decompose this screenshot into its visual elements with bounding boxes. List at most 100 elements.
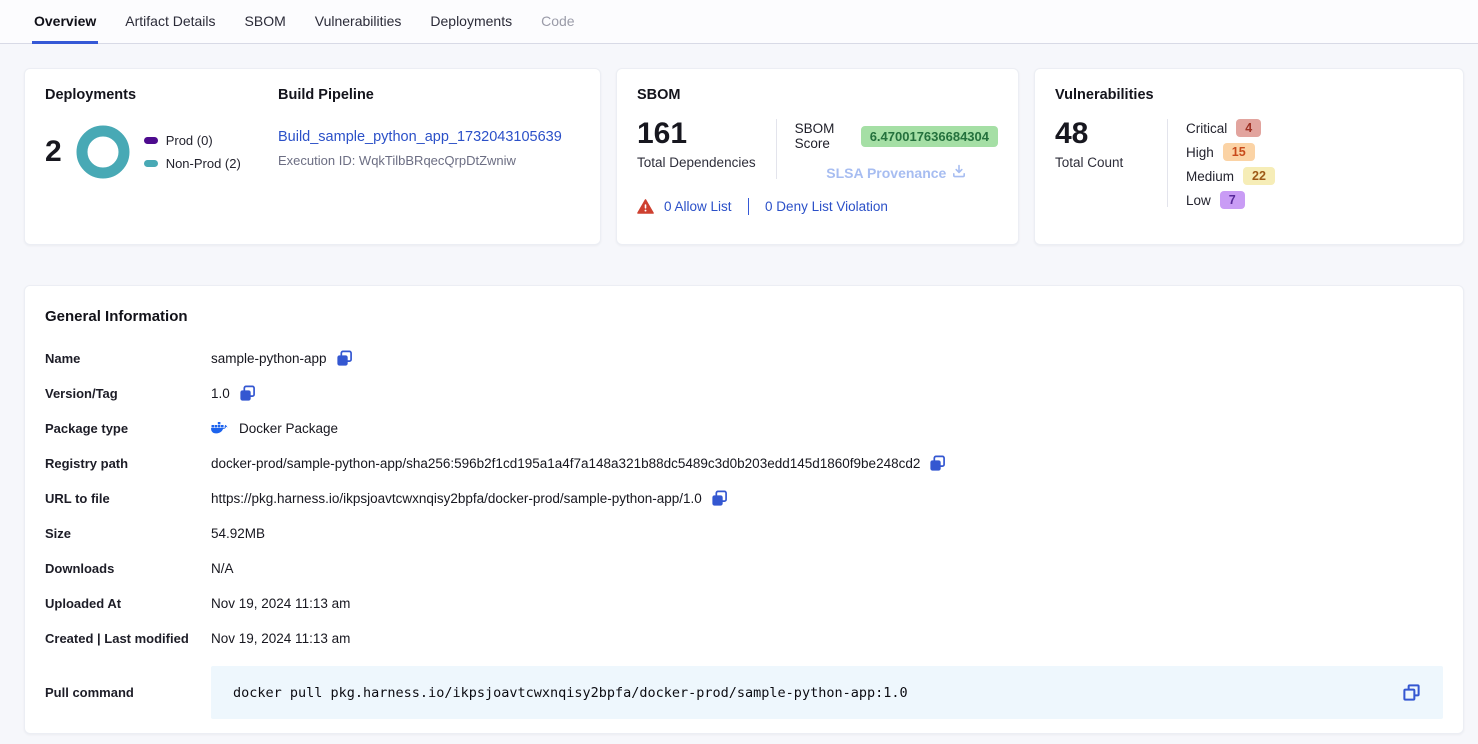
info-row-uploaded-at: Uploaded At Nov 19, 2024 11:13 am — [45, 586, 1443, 621]
copy-command-icon[interactable] — [1402, 683, 1421, 702]
sbom-score-label: SBOM Score — [795, 121, 852, 151]
vulnerabilities-total-label: Total Count — [1055, 155, 1147, 170]
tab-vulnerabilities[interactable]: Vulnerabilities — [313, 0, 404, 44]
info-row-package-type: Package type Docker Package — [45, 411, 1443, 446]
vulnerabilities-card: Vulnerabilities 48 Total Count Critical … — [1034, 68, 1464, 245]
prod-legend-label: Prod (0) — [166, 133, 213, 148]
docker-icon — [211, 421, 230, 436]
copy-icon[interactable] — [336, 350, 353, 367]
info-label: URL to file — [45, 491, 211, 506]
vulnerabilities-total-stat: 48 Total Count — [1055, 117, 1147, 170]
prod-legend-dot — [144, 137, 158, 144]
sbom-divider — [776, 119, 777, 179]
legend-item-nonprod: Non-Prod (2) — [144, 156, 241, 171]
deployments-title: Deployments — [45, 87, 278, 103]
copy-icon[interactable] — [711, 490, 728, 507]
general-information-title: General Information — [45, 308, 1443, 325]
severity-count-high: 15 — [1223, 143, 1255, 161]
pull-command-block: docker pull pkg.harness.io/ikpsjoavtcwxn… — [211, 666, 1443, 719]
info-label: Size — [45, 526, 211, 541]
deployments-section: Deployments 2 Prod (0) Non-Prod (2) — [45, 87, 278, 226]
severity-count-low: 7 — [1220, 191, 1245, 209]
info-label: Created | Last modified — [45, 631, 211, 646]
summary-cards-row: Deployments 2 Prod (0) Non-Prod (2) — [24, 68, 1464, 245]
tab-bar: Overview Artifact Details SBOM Vulnerabi… — [0, 0, 1478, 44]
build-pipeline-title: Build Pipeline — [278, 87, 580, 103]
copy-icon[interactable] — [929, 455, 946, 472]
build-pipeline-section: Build Pipeline Build_sample_python_app_1… — [278, 87, 580, 226]
nonprod-legend-dot — [144, 160, 158, 167]
severity-row-low: Low 7 — [1186, 191, 1275, 209]
sbom-title: SBOM — [637, 87, 998, 103]
info-label: Version/Tag — [45, 386, 211, 401]
slsa-provenance-link[interactable]: SLSA Provenance — [795, 164, 998, 181]
info-label: Name — [45, 351, 211, 366]
sbom-score-row: SBOM Score 6.470017636684304 — [795, 121, 998, 151]
info-row-version: Version/Tag 1.0 — [45, 376, 1443, 411]
tab-overview[interactable]: Overview — [32, 0, 98, 44]
slsa-provenance-label: SLSA Provenance — [826, 165, 946, 181]
registry-path-value: docker-prod/sample-python-app/sha256:596… — [211, 456, 920, 471]
info-row-downloads: Downloads N/A — [45, 551, 1443, 586]
info-row-created-modified: Created | Last modified Nov 19, 2024 11:… — [45, 621, 1443, 656]
package-type-value: Docker Package — [239, 421, 338, 436]
nonprod-legend-label: Non-Prod (2) — [166, 156, 241, 171]
download-icon — [952, 164, 966, 181]
deployments-count: 2 — [45, 135, 62, 169]
deployments-donut-chart — [76, 125, 130, 179]
sbom-total-count: 161 — [637, 117, 756, 151]
version-tag-value: 1.0 — [211, 386, 230, 401]
execution-id-text: Execution ID: WqkTilbBRqecQrpDtZwniw — [278, 153, 580, 168]
allow-list-link[interactable]: 0 Allow List — [664, 199, 732, 214]
severity-row-critical: Critical 4 — [1186, 119, 1275, 137]
sbom-score-value[interactable]: 6.470017636684304 — [861, 126, 998, 147]
severity-label-critical: Critical — [1186, 121, 1227, 136]
info-label: Pull command — [45, 685, 211, 700]
artifact-name-value: sample-python-app — [211, 351, 327, 366]
deployments-body: 2 Prod (0) Non-Prod (2) — [45, 125, 278, 179]
deployments-legend: Prod (0) Non-Prod (2) — [144, 133, 241, 171]
vulnerabilities-divider — [1167, 119, 1168, 207]
tab-deployments[interactable]: Deployments — [428, 0, 514, 44]
vulnerabilities-body: 48 Total Count Critical 4 High 15 Medium… — [1055, 117, 1443, 209]
sbom-total-stat: 161 Total Dependencies — [637, 117, 756, 170]
info-label: Downloads — [45, 561, 211, 576]
severity-count-critical: 4 — [1236, 119, 1261, 137]
size-value: 54.92MB — [211, 526, 265, 541]
info-row-pull-command: Pull command docker pull pkg.harness.io/… — [45, 666, 1443, 719]
warning-icon — [637, 199, 654, 214]
policy-links-divider — [748, 198, 750, 215]
copy-icon[interactable] — [239, 385, 256, 402]
sbom-body: 161 Total Dependencies SBOM Score 6.4700… — [637, 117, 998, 181]
info-row-registry-path: Registry path docker-prod/sample-python-… — [45, 446, 1443, 481]
severity-label-high: High — [1186, 145, 1214, 160]
info-label: Package type — [45, 421, 211, 436]
deployments-card: Deployments 2 Prod (0) Non-Prod (2) — [24, 68, 601, 245]
info-row-size: Size 54.92MB — [45, 516, 1443, 551]
tab-artifact-details[interactable]: Artifact Details — [123, 0, 217, 44]
general-information-rows: Name sample-python-app Version/Tag 1.0 P… — [45, 341, 1443, 719]
severity-row-medium: Medium 22 — [1186, 167, 1275, 185]
severity-list: Critical 4 High 15 Medium 22 Low 7 — [1186, 117, 1275, 209]
severity-count-medium: 22 — [1243, 167, 1275, 185]
created-modified-value: Nov 19, 2024 11:13 am — [211, 631, 350, 646]
build-pipeline-link[interactable]: Build_sample_python_app_1732043105639 — [278, 129, 562, 145]
legend-item-prod: Prod (0) — [144, 133, 241, 148]
tab-code: Code — [539, 0, 576, 44]
deny-list-link[interactable]: 0 Deny List Violation — [765, 199, 888, 214]
severity-label-low: Low — [1186, 193, 1211, 208]
pull-command-text: docker pull pkg.harness.io/ikpsjoavtcwxn… — [233, 685, 908, 701]
vulnerabilities-title: Vulnerabilities — [1055, 87, 1443, 103]
info-row-name: Name sample-python-app — [45, 341, 1443, 376]
sbom-policy-footer: 0 Allow List 0 Deny List Violation — [637, 198, 998, 215]
sbom-score-section: SBOM Score 6.470017636684304 SLSA Proven… — [795, 117, 998, 181]
info-label: Uploaded At — [45, 596, 211, 611]
severity-label-medium: Medium — [1186, 169, 1234, 184]
tab-sbom[interactable]: SBOM — [243, 0, 288, 44]
info-label: Registry path — [45, 456, 211, 471]
sbom-card: SBOM 161 Total Dependencies SBOM Score 6… — [616, 68, 1019, 245]
sbom-total-label: Total Dependencies — [637, 155, 756, 170]
uploaded-at-value: Nov 19, 2024 11:13 am — [211, 596, 350, 611]
vulnerabilities-total-count: 48 — [1055, 117, 1147, 151]
downloads-value: N/A — [211, 561, 234, 576]
